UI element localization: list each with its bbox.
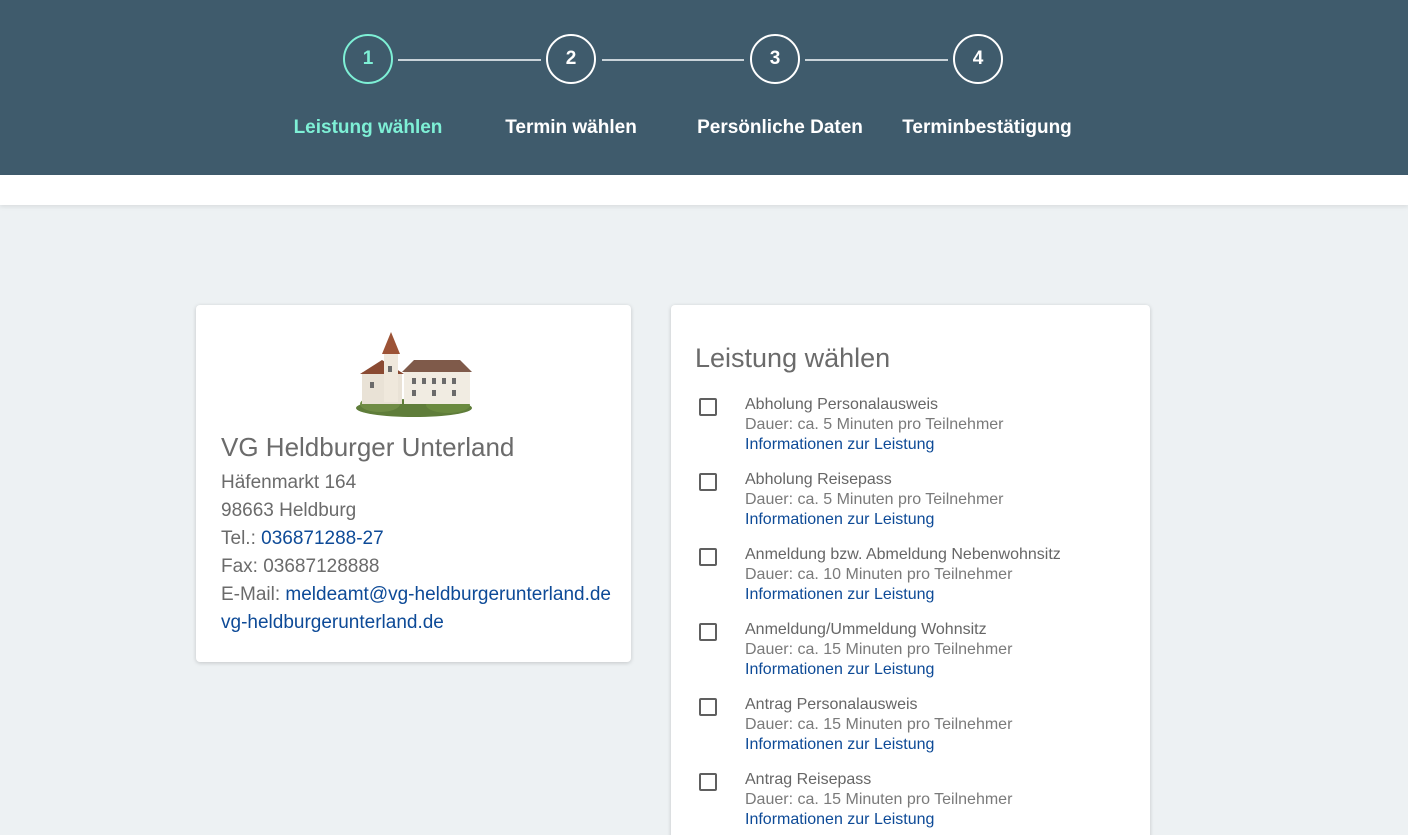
step-1-circle[interactable]: 1: [343, 34, 393, 84]
office-city: 98663 Heldburg: [221, 500, 357, 521]
step-2-circle[interactable]: 2: [546, 34, 596, 84]
service-info-link[interactable]: Informationen zur Leistung: [745, 435, 934, 455]
service-duration: Dauer: ca. 10 Minuten pro Teilnehmer: [745, 566, 1013, 583]
service-info-link[interactable]: Informationen zur Leistung: [745, 585, 934, 605]
step-connector: [398, 59, 541, 61]
office-phone: Tel.: 036871288-27: [221, 527, 384, 551]
office-fax: Fax: 03687128888: [221, 556, 380, 577]
service-name[interactable]: Antrag Reisepass: [745, 770, 871, 790]
office-street: Häfenmarkt 164: [221, 472, 357, 493]
phone-link[interactable]: 036871288-27: [261, 528, 384, 549]
service-checkbox[interactable]: [699, 623, 717, 641]
service-name[interactable]: Abholung Personalausweis: [745, 395, 938, 415]
service-duration: Dauer: ca. 15 Minuten pro Teilnehmer: [745, 791, 1013, 808]
email-label: E-Mail:: [221, 584, 286, 605]
step-4-circle[interactable]: 4: [953, 34, 1003, 84]
service-info-link[interactable]: Informationen zur Leistung: [745, 810, 934, 830]
service-name[interactable]: Anmeldung bzw. Abmeldung Nebenwohnsitz: [745, 545, 1061, 565]
service-checkbox[interactable]: [699, 548, 717, 566]
service-duration: Dauer: ca. 15 Minuten pro Teilnehmer: [745, 716, 1013, 733]
step-3-label[interactable]: Persönliche Daten: [660, 117, 900, 139]
service-checkbox[interactable]: [699, 398, 717, 416]
step-4-label[interactable]: Terminbestätigung: [867, 117, 1107, 139]
office-name: VG Heldburger Unterland: [221, 432, 515, 462]
service-info-link[interactable]: Informationen zur Leistung: [745, 510, 934, 530]
step-connector: [602, 59, 744, 61]
service-duration: Dauer: ca. 15 Minuten pro Teilnehmer: [745, 641, 1013, 658]
service-info-link[interactable]: Informationen zur Leistung: [745, 735, 934, 755]
progress-stepper: 1 2 3 4 Leistung wählen Termin wählen Pe…: [0, 0, 1408, 175]
header-strip: [0, 175, 1408, 205]
service-name[interactable]: Anmeldung/Ummeldung Wohnsitz: [745, 620, 987, 640]
service-info-link[interactable]: Informationen zur Leistung: [745, 660, 934, 680]
service-name[interactable]: Abholung Reisepass: [745, 470, 892, 490]
step-2-label[interactable]: Termin wählen: [451, 117, 691, 139]
website-link[interactable]: vg-heldburgerunterland.de: [221, 611, 444, 635]
step-connector: [805, 59, 948, 61]
service-name[interactable]: Antrag Personalausweis: [745, 695, 918, 715]
service-duration: Dauer: ca. 5 Minuten pro Teilnehmer: [745, 416, 1004, 433]
step-3-circle[interactable]: 3: [750, 34, 800, 84]
service-checkbox[interactable]: [699, 473, 717, 491]
service-duration: Dauer: ca. 5 Minuten pro Teilnehmer: [745, 491, 1004, 508]
service-checkbox[interactable]: [699, 773, 717, 791]
castle-logo: [356, 332, 472, 417]
office-email: E-Mail: meldeamt@vg-heldburgerunterland.…: [221, 583, 611, 607]
phone-label: Tel.:: [221, 528, 262, 549]
service-checkbox[interactable]: [699, 698, 717, 716]
service-title: Leistung wählen: [695, 343, 891, 373]
email-link[interactable]: meldeamt@vg-heldburgerunterland.de: [285, 584, 611, 605]
